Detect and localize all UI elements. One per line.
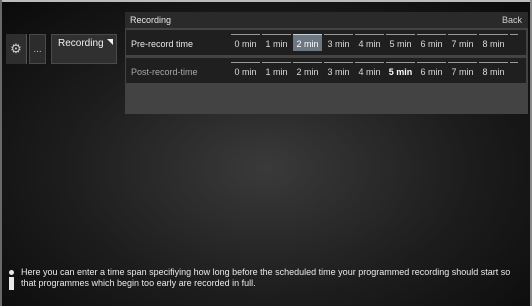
post-record-label: Post-record-time (131, 67, 198, 77)
settings-tab[interactable]: ⚙ (6, 34, 27, 64)
panel-header: Recording Back (125, 12, 528, 28)
post-record-option[interactable]: 6 min (417, 62, 446, 79)
left-frame-line (0, 0, 2, 306)
options-overflow-marker (510, 34, 518, 51)
pre-record-option[interactable]: 8 min (479, 34, 508, 51)
pre-record-options: 0 min 1 min 2 min 3 min 4 min 5 min 6 mi… (231, 34, 518, 51)
recording-menu-label: Recording (58, 38, 104, 49)
pre-record-option[interactable]: 5 min (386, 34, 415, 51)
info-icon (7, 270, 16, 290)
more-label: ... (33, 43, 42, 55)
post-record-row[interactable]: Post-record-time 0 min 1 min 2 min 3 min… (126, 58, 526, 83)
post-record-option[interactable]: 3 min (324, 62, 353, 79)
pre-record-option[interactable]: 4 min (355, 34, 384, 51)
post-record-option[interactable]: 4 min (355, 62, 384, 79)
pre-record-option[interactable]: 6 min (417, 34, 446, 51)
gear-icon: ⚙ (10, 41, 22, 56)
options-overflow-marker (510, 62, 518, 79)
post-record-option[interactable]: 7 min (448, 62, 477, 79)
back-button[interactable]: Back (502, 15, 522, 25)
pre-record-row[interactable]: Pre-record time 0 min 1 min 2 min 3 min … (126, 30, 526, 55)
pre-record-option[interactable]: 7 min (448, 34, 477, 51)
top-frame-line (0, 0, 532, 2)
post-record-option[interactable]: 1 min (262, 62, 291, 79)
pre-record-option[interactable]: 1 min (262, 34, 291, 51)
more-tab[interactable]: ... (29, 34, 46, 64)
post-record-option[interactable]: 8 min (479, 62, 508, 79)
post-record-option[interactable]: 0 min (231, 62, 260, 79)
post-record-options: 0 min 1 min 2 min 3 min 4 min 5 min 6 mi… (231, 62, 518, 79)
recording-panel: Recording Back Pre-record time 0 min 1 m… (125, 12, 528, 114)
pre-record-option[interactable]: 3 min (324, 34, 353, 51)
post-record-option-selected[interactable]: 5 min (386, 62, 415, 79)
submenu-corner-icon (107, 39, 113, 45)
recording-menu-item[interactable]: Recording (51, 34, 117, 64)
info-text: Here you can enter a time span specifiyi… (21, 267, 511, 288)
pre-record-option[interactable]: 0 min (231, 34, 260, 51)
pre-record-option-selected[interactable]: 2 min (293, 34, 322, 51)
panel-title: Recording (130, 15, 172, 25)
post-record-option[interactable]: 2 min (293, 62, 322, 79)
pre-record-label: Pre-record time (131, 39, 194, 49)
